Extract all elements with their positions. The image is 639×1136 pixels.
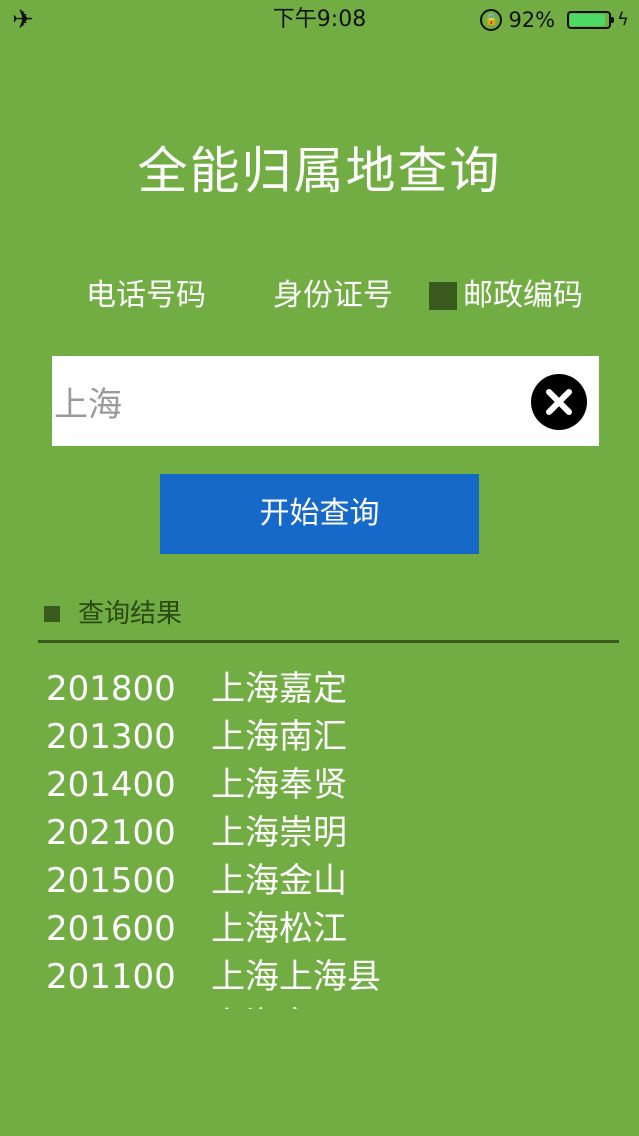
result-code: 201400 [46, 765, 176, 805]
result-code: 201500 [46, 861, 176, 901]
result-place: 上海上海县 [211, 957, 381, 997]
result-row: 201600 上海松江 [46, 905, 606, 953]
start-query-button[interactable]: 开始查询 [160, 474, 479, 554]
tab-postal-code[interactable]: 邮政编码 [429, 272, 583, 320]
result-code: 202100 [46, 813, 176, 853]
result-place: 上海南汇 [211, 717, 347, 757]
results-list[interactable]: 201800 上海嘉定 201300 上海南汇 201400 上海奉贤 202100 上海崇明… [46, 665, 606, 1009]
result-code: 201300 [46, 717, 176, 757]
result-row: 201100 上海上海县 [46, 953, 606, 1001]
result-place: 上海奉贤 [211, 765, 347, 805]
result-code: 201100 [46, 957, 176, 997]
battery-tip [611, 17, 615, 23]
status-right: 🔒 92% ϟ [480, 6, 629, 34]
tab-postal-code-label: 邮政编码 [463, 278, 583, 313]
results-header: 查询结果 [44, 592, 182, 636]
result-code: 201800 [46, 669, 176, 709]
result-row: 202100 上海崇明 [46, 809, 606, 857]
result-place: 上海松江 [211, 909, 347, 949]
result-row: 201300 上海南汇 [46, 713, 606, 761]
result-place: 上海嘉定 [211, 669, 347, 709]
result-place: 上海市区 [211, 1001, 347, 1009]
rotation-lock-icon: 🔒 [480, 9, 503, 31]
result-place: 上海崇明 [211, 813, 347, 853]
battery-fill [570, 14, 605, 26]
charging-icon: ϟ [617, 9, 629, 30]
search-box [52, 356, 599, 446]
result-code: 201600 [46, 909, 176, 949]
battery-icon [567, 11, 615, 29]
result-row: 201800 上海嘉定 [46, 665, 606, 713]
status-bar: ✈ 下午9:08 🔒 92% ϟ [0, 0, 639, 40]
result-row: 上海市区 [46, 1001, 606, 1009]
results-divider [38, 640, 619, 643]
results-title: 查询结果 [78, 599, 183, 629]
query-type-tabs: 电话号码 身份证号 邮政编码 [0, 272, 639, 320]
result-row: 201500 上海金山 [46, 857, 606, 905]
result-place: 上海金山 [211, 861, 347, 901]
tab-id-card-label: 身份证号 [273, 278, 393, 313]
tab-phone-number[interactable]: 电话号码 [86, 272, 206, 320]
results-marker [44, 606, 60, 622]
search-input[interactable] [52, 356, 522, 446]
app-title: 全能归属地查询 [137, 142, 502, 200]
clear-icon [546, 389, 572, 415]
tab-id-card[interactable]: 身份证号 [273, 272, 393, 320]
result-row: 201400 上海奉贤 [46, 761, 606, 809]
selected-tab-marker [429, 282, 457, 310]
tab-phone-number-label: 电话号码 [86, 278, 206, 313]
clear-button[interactable] [531, 374, 587, 430]
battery-percent: 92% [508, 8, 556, 32]
